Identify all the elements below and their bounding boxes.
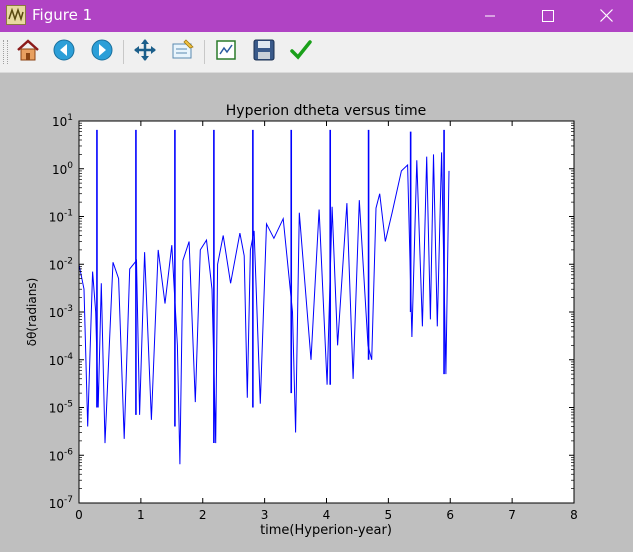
x-tick-label: 1 — [137, 508, 145, 522]
zoom-rectangle-icon — [214, 38, 238, 66]
configure-subplots-button[interactable] — [169, 38, 197, 66]
toolbar-separator — [123, 40, 124, 64]
y-tick-label: 101 — [52, 113, 73, 129]
maximize-icon — [542, 7, 554, 26]
y-axis-label: δθ(radians) — [25, 278, 39, 347]
y-tick-label: 10-7 — [49, 495, 73, 511]
forward-button[interactable] — [88, 38, 116, 66]
x-tick-label: 2 — [199, 508, 207, 522]
toolbar-grip[interactable] — [3, 40, 8, 64]
y-tick-label: 10-2 — [49, 256, 73, 272]
x-tick-label: 3 — [261, 508, 269, 522]
x-tick-label: 4 — [323, 508, 331, 522]
x-tick-label: 0 — [75, 508, 83, 522]
home-button[interactable] — [14, 38, 42, 66]
close-button[interactable] — [576, 0, 633, 32]
window-titlebar[interactable]: Figure 1 — [0, 0, 633, 32]
back-button[interactable] — [50, 38, 78, 66]
x-tick-label: 8 — [570, 508, 578, 522]
configure-subplots-icon — [171, 38, 195, 66]
axes-background — [79, 121, 574, 503]
figure-canvas[interactable]: 0 1 2 3 4 5 6 7 8 101 100 10-1 10-2 10-3 10-4 10-5 10-6… — [0, 72, 633, 552]
minimize-icon — [484, 7, 496, 26]
pan-button[interactable] — [131, 38, 159, 66]
minimize-button[interactable] — [460, 0, 520, 32]
x-tick-label: 6 — [446, 508, 454, 522]
close-icon — [599, 7, 613, 26]
save-button[interactable] — [250, 38, 278, 66]
x-axis-label: time(Hyperion-year) — [260, 523, 392, 538]
home-icon — [16, 38, 40, 66]
chart-title: Hyperion dtheta versus time — [226, 103, 426, 119]
back-arrow-icon — [52, 38, 76, 66]
forward-arrow-icon — [90, 38, 114, 66]
maximize-button[interactable] — [518, 0, 578, 32]
pan-icon — [133, 38, 157, 66]
x-tick-label: 5 — [385, 508, 393, 522]
edit-axis-button[interactable] — [287, 38, 315, 66]
checkmark-icon — [289, 38, 313, 66]
y-tick-label: 100 — [52, 161, 73, 177]
window-title: Figure 1 — [32, 6, 93, 24]
y-tick-label: 10-1 — [49, 209, 73, 225]
matplotlib-app-icon — [6, 5, 26, 25]
y-tick-label: 10-3 — [49, 304, 73, 320]
y-tick-label: 10-5 — [49, 400, 73, 416]
toolbar-separator — [204, 40, 205, 64]
y-tick-label: 10-6 — [49, 447, 74, 463]
x-tick-label: 7 — [508, 508, 516, 522]
save-icon — [252, 38, 276, 66]
navigation-toolbar — [0, 32, 633, 73]
zoom-button[interactable] — [212, 38, 240, 66]
y-tick-label: 10-4 — [49, 352, 74, 368]
